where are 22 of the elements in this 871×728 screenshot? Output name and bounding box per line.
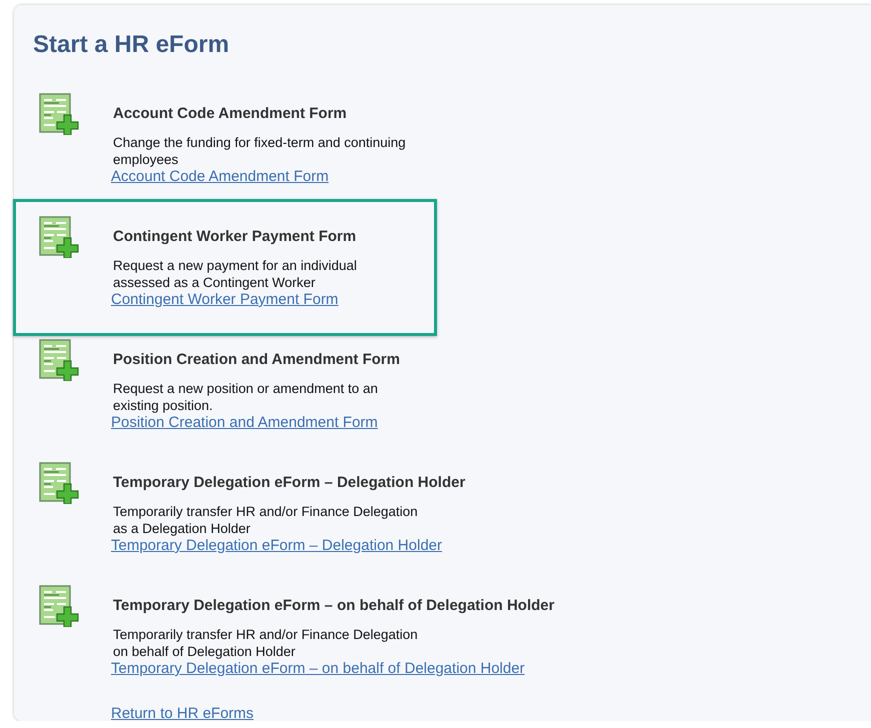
form-description: Temporarily transfer HR and/or Finance Delegation on behalf of Delegation Holder — [113, 626, 418, 660]
form-title: Temporary Delegation eForm – Delegation Holder — [113, 474, 466, 492]
form-title: Temporary Delegation eForm – on behalf of Delegation Holder — [113, 597, 554, 615]
form-link[interactable]: Position Creation and Amendment Form — [111, 414, 378, 432]
form-link[interactable]: Temporary Delegation eForm – on behalf of Delegation Holder — [111, 660, 525, 678]
form-add-icon — [39, 93, 79, 135]
form-title: Position Creation and Amendment Form — [113, 351, 400, 369]
form-add-icon — [39, 462, 79, 504]
form-description: Temporarily transfer HR and/or Finance Delegation as a Delegation Holder — [113, 503, 418, 537]
form-description: Change the funding for fixed-term and continuing employees — [113, 134, 406, 168]
form-add-icon — [39, 339, 79, 381]
form-title: Contingent Worker Payment Form — [113, 228, 356, 246]
page-title: Start a HR eForm — [33, 31, 230, 59]
form-link[interactable]: Contingent Worker Payment Form — [111, 291, 338, 309]
form-add-icon — [39, 585, 79, 627]
form-link[interactable]: Account Code Amendment Form — [111, 168, 329, 186]
form-description: Request a new payment for an individual assessed as a Contingent Worker — [113, 257, 357, 291]
form-title: Account Code Amendment Form — [113, 105, 347, 123]
return-link[interactable]: Return to HR eForms — [111, 705, 254, 721]
form-link[interactable]: Temporary Delegation eForm – Delegation Holder — [111, 537, 442, 555]
form-add-icon — [39, 216, 79, 258]
form-description: Request a new position or amendment to an existing position. — [113, 380, 378, 414]
